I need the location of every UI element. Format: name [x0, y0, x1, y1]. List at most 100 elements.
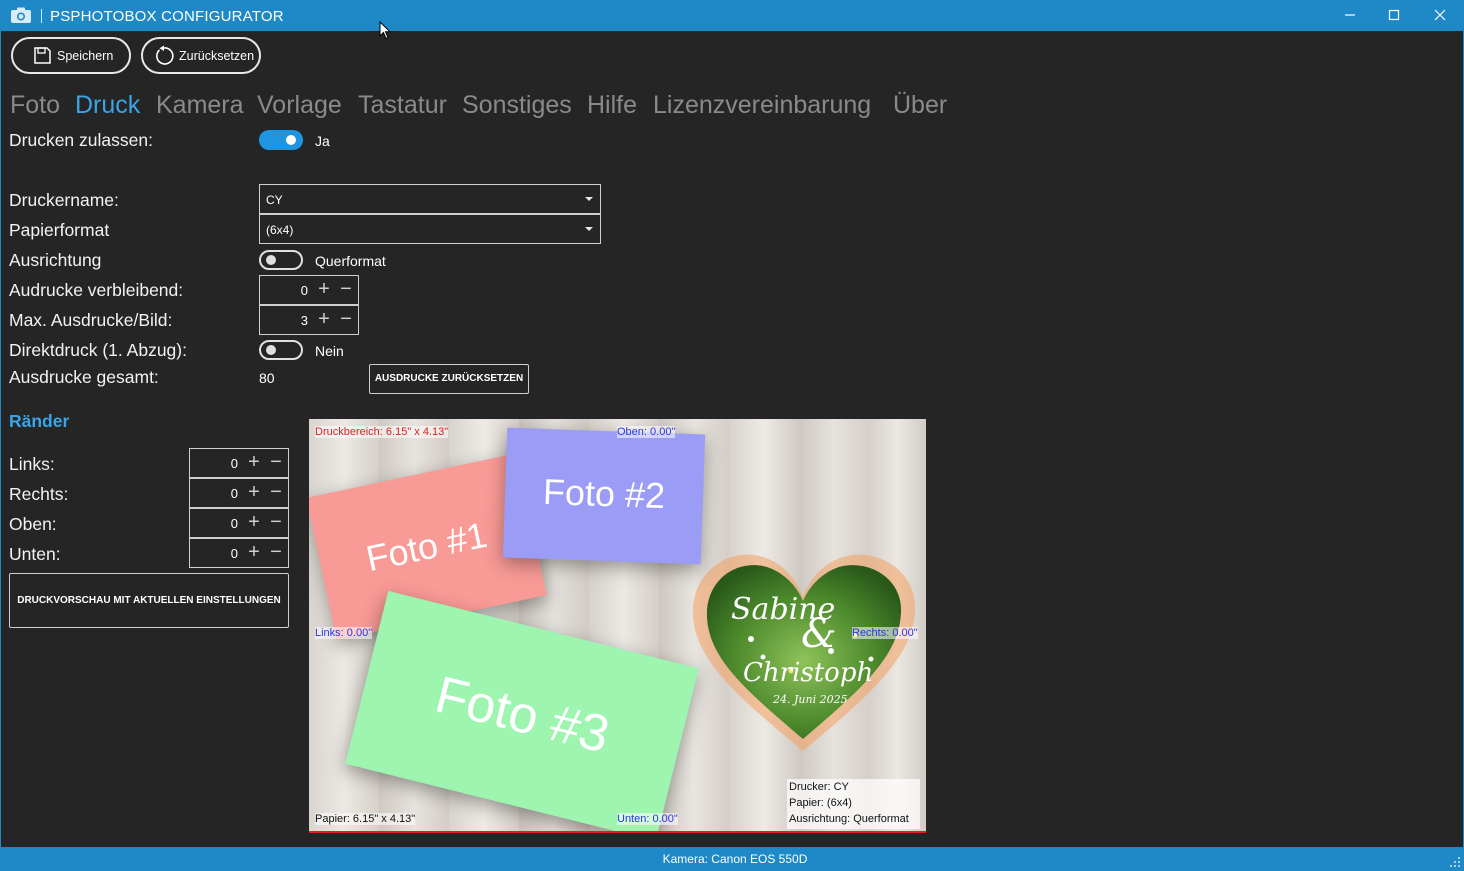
- photo-3-label: Foto #3: [429, 665, 615, 765]
- decrement-button[interactable]: −: [267, 511, 285, 533]
- remaining-prints-stepper[interactable]: 0 + −: [259, 275, 359, 305]
- margin-right-label: Rechts:: [9, 484, 69, 504]
- reset-prints-button[interactable]: AUSDRUCKE ZURÜCKSETZEN: [369, 364, 529, 394]
- decrement-button[interactable]: −: [337, 278, 355, 300]
- decrement-button[interactable]: −: [337, 308, 355, 330]
- print-preview-button[interactable]: DRUCKVORSCHAU MIT AKTUELLEN EINSTELLUNGE…: [9, 573, 289, 628]
- printer-info-box: Drucker: CY Papier: (6x4) Ausrichtung: Q…: [787, 779, 920, 829]
- title-separator: [41, 9, 42, 23]
- printer-name-select[interactable]: CY: [259, 184, 601, 214]
- print-area-border: [309, 831, 926, 833]
- direct-print-toggle[interactable]: [259, 340, 303, 360]
- printer-name-value: CY: [266, 193, 283, 207]
- reset-button[interactable]: Zurücksetzen: [141, 37, 261, 74]
- increment-button[interactable]: +: [315, 308, 333, 330]
- margin-top-indicator: Oben: 0.00": [617, 426, 676, 438]
- info-orientation: Ausrichtung: Querformat: [789, 813, 909, 825]
- orientation-label: Ausrichtung: [9, 250, 102, 270]
- increment-button[interactable]: +: [245, 481, 263, 503]
- increment-button[interactable]: +: [245, 541, 263, 563]
- tab-hilfe[interactable]: Hilfe: [587, 91, 637, 120]
- photo-2-label: Foto #2: [542, 470, 666, 517]
- remaining-prints-label: Audrucke verbleibend:: [9, 280, 184, 300]
- chevron-down-icon: [585, 227, 593, 231]
- total-prints-label: Ausdrucke gesamt:: [9, 367, 159, 387]
- camera-icon: [11, 7, 31, 23]
- tab-sonstiges[interactable]: Sonstiges: [462, 91, 572, 120]
- max-prints-stepper[interactable]: 3 + −: [259, 305, 359, 335]
- resize-grip-icon[interactable]: [1449, 856, 1461, 868]
- minimize-icon: [1345, 14, 1355, 16]
- direct-print-label: Direktdruck (1. Abzug):: [9, 340, 187, 360]
- total-prints-value: 80: [259, 370, 275, 386]
- margin-top-value: 0: [230, 516, 238, 531]
- allow-print-label: Drucken zulassen:: [9, 130, 153, 150]
- increment-button[interactable]: +: [315, 278, 333, 300]
- heart-date: 24. Juni 2025: [772, 693, 848, 706]
- heart-ampersand: &: [801, 611, 837, 657]
- mouse-cursor-icon: [379, 21, 391, 40]
- margin-bottom-value: 0: [230, 546, 238, 561]
- heart-image: Sabine & Christoph 24. Juni 2025: [692, 554, 916, 751]
- paper-format-select[interactable]: (6x4): [259, 214, 601, 244]
- maximize-icon: [1388, 9, 1400, 21]
- margin-bottom-stepper[interactable]: 0 + −: [189, 538, 289, 568]
- paper-format-label: Papierformat: [9, 220, 110, 240]
- close-icon: [1434, 9, 1446, 21]
- tab-tastatur[interactable]: Tastatur: [358, 91, 447, 120]
- max-prints-value: 3: [300, 313, 308, 328]
- margin-left-indicator: Links: 0.00": [315, 627, 373, 639]
- margin-left-stepper[interactable]: 0 + −: [189, 448, 289, 478]
- margin-top-stepper[interactable]: 0 + −: [189, 508, 289, 538]
- maximize-button[interactable]: [1371, 4, 1417, 28]
- info-paper: Papier: (6x4): [789, 797, 852, 809]
- tab-vorlage[interactable]: Vorlage: [257, 91, 342, 120]
- save-icon: [34, 47, 51, 64]
- max-prints-label: Max. Ausdrucke/Bild:: [9, 310, 173, 330]
- print-area-label: Druckbereich: 6.15" x 4.13": [315, 426, 449, 438]
- orientation-toggle[interactable]: [259, 250, 303, 270]
- info-printer: Drucker: CY: [789, 781, 849, 793]
- margin-bottom-label: Unten:: [9, 544, 61, 564]
- reset-button-label: Zurücksetzen: [179, 49, 255, 63]
- decrement-button[interactable]: −: [267, 451, 285, 473]
- tab-druck[interactable]: Druck: [75, 91, 140, 120]
- toggle-knob: [266, 345, 276, 355]
- margins-heading: Ränder: [9, 411, 70, 431]
- tab-foto[interactable]: Foto: [10, 91, 60, 120]
- margin-top-label: Oben:: [9, 514, 57, 534]
- toggle-knob: [286, 135, 296, 145]
- status-bar: Kamera: Canon EOS 550D: [0, 847, 1464, 871]
- allow-print-value: Ja: [315, 133, 330, 149]
- save-button[interactable]: Speichern: [11, 37, 131, 74]
- margin-left-label: Links:: [9, 454, 55, 474]
- margin-right-indicator: Rechts: 0.00": [852, 627, 918, 639]
- decrement-button[interactable]: −: [267, 481, 285, 503]
- photo-placeholder-2: Foto #2: [502, 427, 706, 565]
- margin-bottom-indicator: Unten: 0.00": [617, 813, 678, 825]
- heart-name-2: Christoph: [743, 658, 873, 688]
- paper-size-label: Papier: 6.15" x 4.13": [315, 813, 416, 825]
- printer-name-label: Druckername:: [9, 190, 119, 210]
- reset-icon: [156, 45, 174, 65]
- toggle-knob: [266, 255, 276, 265]
- tab-ueber[interactable]: Über: [893, 91, 947, 120]
- title-bar[interactable]: PSPHOTOBOX CONFIGURATOR: [0, 0, 1464, 31]
- camera-status: Kamera: Canon EOS 550D: [662, 852, 808, 866]
- chevron-down-icon: [585, 197, 593, 201]
- close-button[interactable]: [1417, 4, 1463, 28]
- minimize-button[interactable]: [1327, 4, 1373, 28]
- increment-button[interactable]: +: [245, 511, 263, 533]
- margin-right-value: 0: [230, 486, 238, 501]
- allow-print-toggle[interactable]: [259, 130, 303, 150]
- increment-button[interactable]: +: [245, 451, 263, 473]
- remaining-prints-value: 0: [300, 283, 308, 298]
- print-preview: Sabine & Christoph 24. Juni 2025 Foto #1…: [309, 419, 926, 833]
- tab-kamera[interactable]: Kamera: [156, 91, 244, 120]
- save-button-label: Speichern: [57, 49, 114, 63]
- paper-format-value: (6x4): [266, 223, 294, 237]
- margin-right-stepper[interactable]: 0 + −: [189, 478, 289, 508]
- direct-print-value: Nein: [315, 343, 344, 359]
- tab-lizenzvereinbarung[interactable]: Lizenzvereinbarung: [653, 91, 871, 120]
- decrement-button[interactable]: −: [267, 541, 285, 563]
